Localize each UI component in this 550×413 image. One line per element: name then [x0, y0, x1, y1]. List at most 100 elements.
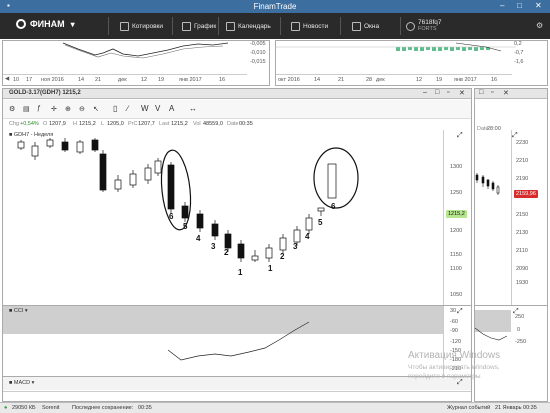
tl-ytick: -0,010 — [250, 50, 266, 56]
v-tool-icon[interactable]: V — [155, 104, 160, 113]
toolbar-quotes-label: Котировки — [132, 22, 164, 30]
wave-label: 1 — [268, 264, 273, 273]
crosshair-icon[interactable]: ✛ — [51, 105, 57, 113]
tr-ytick: -1,6 — [514, 59, 524, 65]
status-memory: 29050 КБ — [12, 405, 36, 411]
close-icon[interactable]: ✕ — [459, 89, 465, 97]
maximize-icon[interactable]: □ — [517, 1, 522, 10]
minimize-icon[interactable]: – — [500, 1, 504, 10]
close-icon[interactable]: ✕ — [535, 1, 542, 10]
macd-pane: ■ MACD ▾ ⤢ — [3, 376, 471, 390]
interval-icon[interactable]: ▤ — [23, 105, 30, 113]
tl-xtick: ноя 2016 — [41, 77, 64, 83]
toolbar-news-button[interactable]: Новости — [291, 13, 328, 39]
price-tick: 1150 — [450, 252, 462, 258]
chg-label: Chg — [9, 121, 20, 127]
tr-xtick: 28 — [366, 77, 373, 83]
tr-ytick: 0,2 — [514, 41, 522, 47]
tl-x-axis: ◀ 10 17 ноя 2016 14 21 дек 12 19 янв 201… — [3, 74, 247, 86]
wave-label: 2 — [224, 248, 229, 257]
account-id: 7618fq7 — [418, 19, 442, 26]
top-right-indicator-panel: 0,2 -0,7 -1,6 окт 2016 14 21 28 дек 12 1… — [275, 40, 548, 86]
tl-ytick: -0,005 — [250, 41, 266, 47]
right-price-tick: 1930 — [516, 280, 529, 286]
tl-xtick: 21 — [95, 77, 102, 83]
toolbar-windows-button[interactable]: Окна — [352, 13, 379, 39]
watermark-title: Активация Windows — [408, 350, 501, 361]
tr-xtick: янв 2017 — [454, 77, 477, 83]
tl-xtick: 10 — [13, 77, 20, 83]
restore-icon[interactable]: ▫ — [447, 89, 449, 96]
right-price-tick: 2150 — [516, 212, 529, 218]
toolbar-calendar-button[interactable]: Календарь — [226, 13, 271, 39]
event-journal-link[interactable]: Журнал событий — [447, 405, 490, 411]
line-chart-icon[interactable]: ∕ — [127, 104, 128, 113]
indicator-icon[interactable]: ƒ — [37, 105, 41, 112]
zoom-in-icon[interactable]: ⊕ — [65, 105, 71, 113]
tl-xtick: дек — [118, 77, 127, 83]
price-tick: 1250 — [450, 190, 463, 196]
zoom-out-icon[interactable]: ⊖ — [79, 105, 85, 113]
cci-tick: -90 — [450, 328, 458, 334]
tr-xtick: 16 — [491, 77, 498, 83]
expand-pane-icon[interactable]: ⤢ — [457, 379, 463, 387]
top-right-indicator-plot — [276, 42, 516, 52]
wave-label: 4 — [305, 232, 310, 241]
right-cci-pane: ⤢ 250 0 -250 — [475, 305, 547, 349]
price-pane: ■ GDH7 - Неделя ⤢ 6 5 4 3 2 1 1 2 3 4 5 … — [3, 130, 471, 306]
wave-label: 2 — [280, 252, 285, 261]
top-left-indicator-plot — [62, 42, 229, 59]
right-last-price-badge: 2159,96 — [514, 190, 538, 198]
account-selector[interactable]: 7618fq7 FORTS — [406, 13, 442, 39]
text-tool-icon[interactable]: A — [169, 104, 174, 113]
tr-xtick: 14 — [314, 77, 321, 83]
brand-name: ФИНАМ — [30, 19, 65, 29]
status-save-time: 00:35 — [138, 405, 152, 411]
finam-logo-icon — [16, 19, 26, 29]
maximize-icon[interactable]: □ — [479, 89, 483, 96]
toolbar-windows-label: Окна — [364, 22, 380, 30]
top-left-indicator-panel: -0,005 -0,010 -0,015 ◀ 10 17 ноя 2016 14… — [2, 40, 270, 86]
right-price-axis: ⤢ 2230 2210 2190 2170 2159,96 2150 2130 … — [511, 130, 547, 306]
candles-icon[interactable]: ▯ — [113, 104, 117, 113]
cci-pane: ■ CCI ▾ ⤢ 30 -60 -90 -120 -150 -180 -210 — [3, 305, 471, 376]
vol-label: Vol — [193, 121, 201, 127]
minimize-icon[interactable]: – — [423, 89, 427, 96]
right-cci-tick: -250 — [515, 339, 527, 345]
wave-tool-icon[interactable]: W — [141, 104, 149, 113]
price-tick: 1050 — [450, 292, 463, 298]
account-market: FORTS — [418, 26, 437, 32]
tl-xtick: 14 — [78, 77, 85, 83]
tl-xtick: 19 — [158, 77, 165, 83]
tr-xtick: 21 — [338, 77, 345, 83]
maximize-icon[interactable]: □ — [435, 89, 439, 96]
restore-icon[interactable]: ▫ — [491, 89, 493, 96]
wave-label: 5 — [183, 222, 188, 231]
macd-label: MACD — [13, 380, 31, 386]
fit-width-icon[interactable]: ↔ — [189, 104, 197, 113]
quotes-icon — [120, 21, 129, 31]
status-bar: ● 29050 КБ Sorenit Последнее сохранение:… — [0, 402, 550, 413]
toolbar-quotes-button[interactable]: Котировки — [120, 13, 163, 39]
price-axis: 1300 1250 1200 1150 1100 1050 1215,2 — [443, 130, 471, 306]
chevron-down-icon[interactable]: ▾ — [71, 20, 75, 29]
right-price-tick: 2230 — [516, 140, 529, 146]
settings-gear-icon[interactable]: ⚙ — [536, 21, 543, 30]
tr-x-axis: окт 2016 14 21 28 дек 12 19 янв 2017 16 — [276, 74, 512, 86]
cursor-icon[interactable]: ↖ — [93, 105, 99, 113]
price-tick: 1100 — [450, 266, 462, 272]
tl-xtick: 16 — [219, 77, 226, 83]
wave-label: 4 — [196, 234, 201, 243]
expand-pane-icon[interactable]: ⤢ — [512, 132, 518, 140]
toolbar-chart-button[interactable]: График — [182, 13, 216, 39]
tr-xtick: окт 2016 — [278, 77, 300, 83]
connection-status-icon: ● — [4, 405, 8, 411]
wave-label: 6 — [331, 202, 336, 211]
scroll-left-icon[interactable]: ◀ — [5, 76, 9, 82]
chart-settings-icon[interactable]: ⚙ — [9, 105, 15, 113]
close-icon[interactable]: ✕ — [503, 89, 509, 97]
tr-xtick: 19 — [436, 77, 443, 83]
right-cci-plot — [475, 327, 508, 341]
tl-xtick: янв 2017 — [179, 77, 202, 83]
chart-instrument-title: GOLD-3.17(GDH7) 1215,2 — [9, 90, 81, 96]
